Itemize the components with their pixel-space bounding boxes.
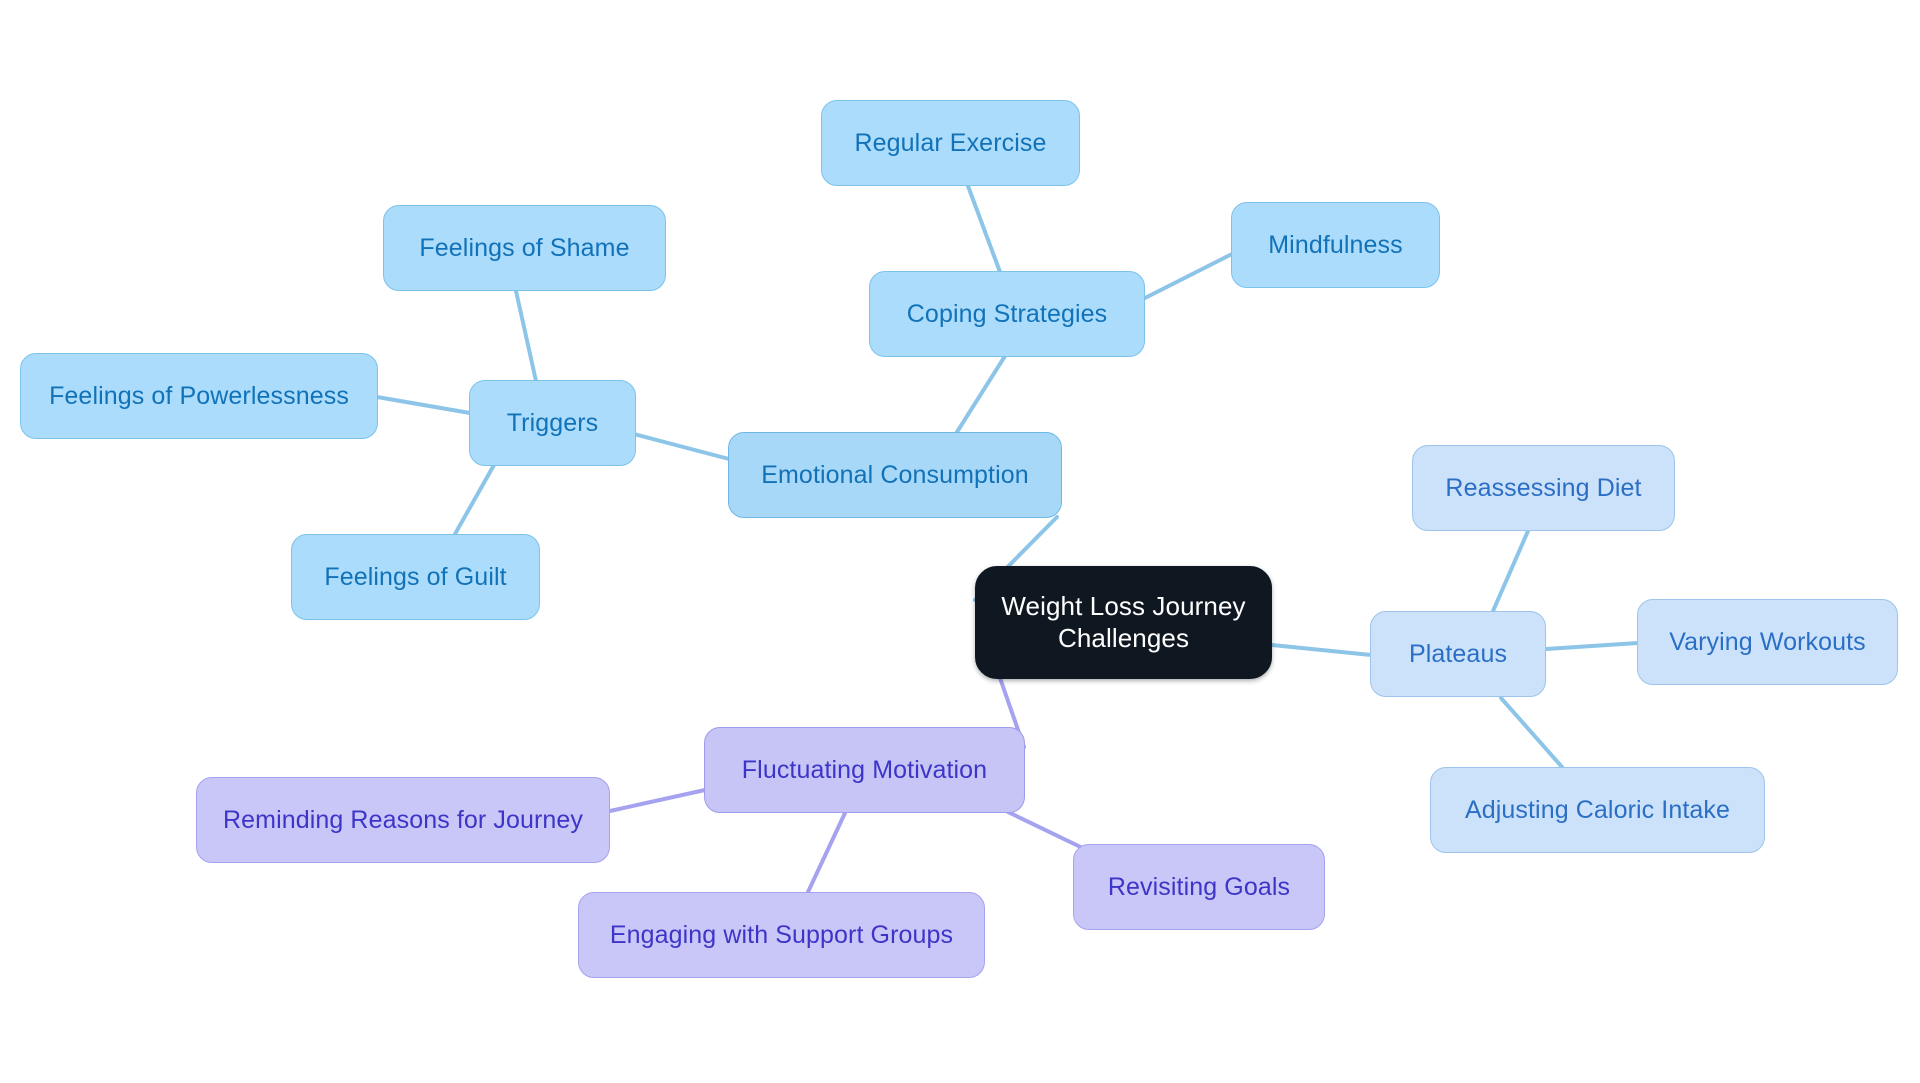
node-coping-strategies[interactable]: Coping Strategies	[869, 271, 1145, 357]
edge-emotional-consumption-coping-strategies	[955, 354, 1007, 434]
edge-plateaus-adjusting-caloric-intake	[1499, 696, 1564, 769]
node-revisiting-goals-label: Revisiting Goals	[1107, 872, 1291, 901]
node-feelings-of-guilt-label: Feelings of Guilt	[324, 562, 507, 591]
node-varying-workouts[interactable]: Varying Workouts	[1637, 599, 1898, 685]
node-triggers[interactable]: Triggers	[469, 380, 636, 466]
edge-plateaus-varying-workouts	[1544, 641, 1640, 651]
node-plateaus-label: Plateaus	[1408, 639, 1508, 668]
node-reminding-reasons-for-journey[interactable]: Reminding Reasons for Journey	[196, 777, 610, 863]
node-plateaus[interactable]: Plateaus	[1370, 611, 1546, 697]
node-regular-exercise-label: Regular Exercise	[854, 128, 1047, 157]
edge-triggers-feelings-of-shame	[514, 289, 538, 383]
node-emotional-consumption-label: Emotional Consumption	[761, 460, 1029, 489]
node-fluctuating-motivation[interactable]: Fluctuating Motivation	[704, 727, 1025, 813]
node-coping-strategies-label: Coping Strategies	[906, 299, 1108, 328]
node-regular-exercise[interactable]: Regular Exercise	[821, 100, 1080, 186]
node-engaging-with-support-groups[interactable]: Engaging with Support Groups	[578, 892, 985, 978]
node-root[interactable]: Weight Loss Journey Challenges	[975, 566, 1272, 679]
node-varying-workouts-label: Varying Workouts	[1669, 627, 1866, 656]
node-feelings-of-shame-label: Feelings of Shame	[419, 233, 630, 262]
node-feelings-of-shame[interactable]: Feelings of Shame	[383, 205, 666, 291]
node-root-label: Weight Loss Journey Challenges	[1001, 590, 1246, 653]
node-engaging-with-support-groups-label: Engaging with Support Groups	[609, 920, 954, 949]
mindmap-canvas: Weight Loss Journey Challenges Emotional…	[0, 0, 1920, 1083]
node-feelings-of-powerlessness-label: Feelings of Powerlessness	[49, 381, 349, 410]
node-emotional-consumption[interactable]: Emotional Consumption	[728, 432, 1062, 518]
node-reassessing-diet-label: Reassessing Diet	[1445, 473, 1642, 502]
edge-plateaus-reassessing-diet	[1491, 529, 1530, 613]
node-feelings-of-powerlessness[interactable]: Feelings of Powerlessness	[20, 353, 378, 439]
edge-root-plateaus	[1270, 643, 1373, 657]
node-feelings-of-guilt[interactable]: Feelings of Guilt	[291, 534, 540, 620]
edge-coping-strategies-regular-exercise	[966, 184, 1002, 274]
edge-triggers-feelings-of-powerlessness	[375, 395, 472, 415]
node-reminding-reasons-for-journey-label: Reminding Reasons for Journey	[222, 805, 584, 834]
edge-fluctuating-motivation-reminding-reasons	[608, 788, 707, 813]
node-mindfulness-label: Mindfulness	[1268, 230, 1403, 259]
node-adjusting-caloric-intake-label: Adjusting Caloric Intake	[1464, 795, 1731, 824]
node-reassessing-diet[interactable]: Reassessing Diet	[1412, 445, 1675, 531]
edge-emotional-consumption-triggers	[632, 432, 731, 461]
node-triggers-label: Triggers	[506, 408, 599, 437]
node-revisiting-goals[interactable]: Revisiting Goals	[1073, 844, 1325, 930]
edge-triggers-feelings-of-guilt	[453, 463, 496, 536]
node-fluctuating-motivation-label: Fluctuating Motivation	[741, 755, 988, 784]
edge-fluctuating-motivation-engaging-support	[806, 811, 847, 894]
node-mindfulness[interactable]: Mindfulness	[1231, 202, 1440, 288]
edge-coping-strategies-mindfulness	[1143, 252, 1234, 300]
node-adjusting-caloric-intake[interactable]: Adjusting Caloric Intake	[1430, 767, 1765, 853]
